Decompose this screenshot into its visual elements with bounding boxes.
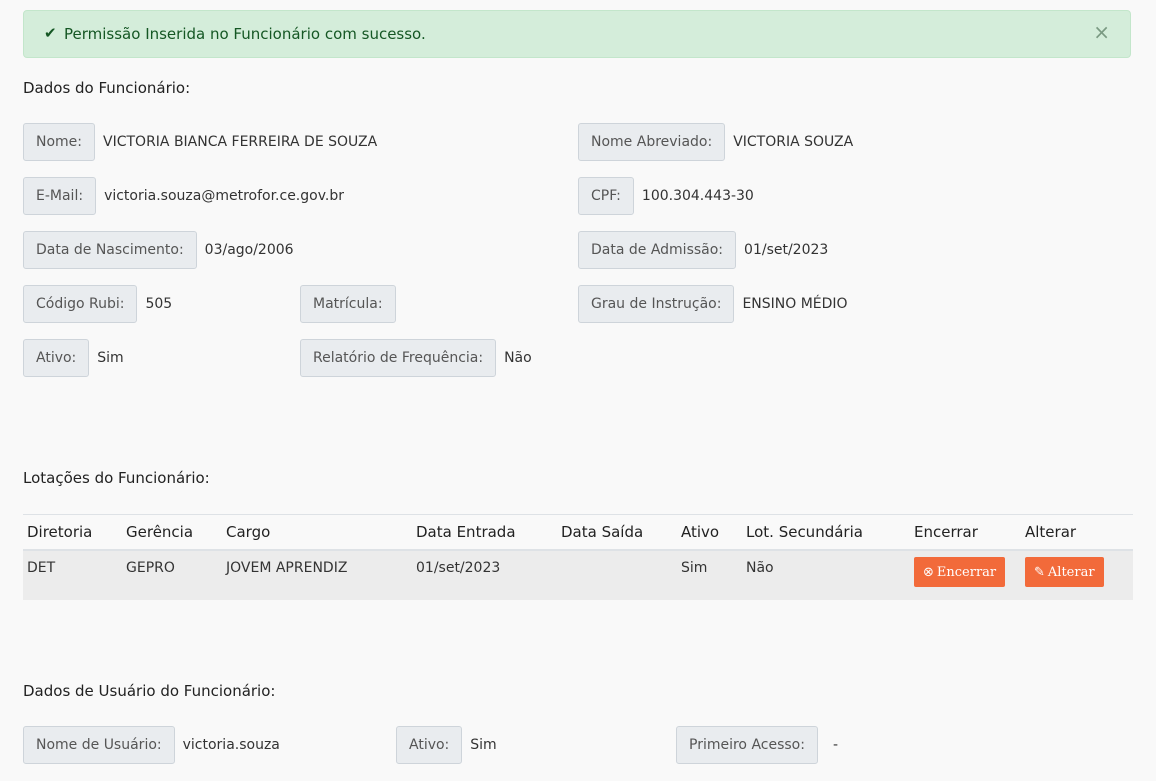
paperclip-icon: ✎ [1034, 564, 1045, 580]
field-value: Não [504, 350, 532, 366]
success-alert: ✔ Permissão Inserida no Funcionário com … [23, 10, 1131, 58]
cell-data-entrada: 01/set/2023 [412, 550, 557, 600]
field-value: - [832, 737, 839, 753]
col-lot-secundaria: Lot. Secundária [742, 514, 910, 551]
col-encerrar: Encerrar [910, 514, 1021, 551]
circle-x-icon: ⊗ [923, 564, 934, 580]
encerrar-button[interactable]: ⊗ Encerrar [914, 557, 1006, 587]
field-value: 03/ago/2006 [204, 242, 294, 258]
table-header-row: Diretoria Gerência Cargo Data Entrada Da… [23, 514, 1133, 551]
alterar-button-label: Alterar [1047, 564, 1095, 580]
col-diretoria: Diretoria [23, 514, 122, 551]
field-label: Ativo: [396, 726, 463, 764]
employee-section-title: Dados do Funcionário: [23, 79, 191, 97]
field-usuario-ativo: Ativo: Sim [396, 726, 497, 764]
table-row: DET GEPRO JOVEM APRENDIZ 01/set/2023 Sim… [23, 550, 1133, 600]
col-ativo: Ativo [677, 514, 742, 551]
cell-lot-secundaria: Não [742, 550, 910, 600]
field-nome-usuario: Nome de Usuário: victoria.souza [23, 726, 280, 764]
col-data-saida: Data Saída [557, 514, 677, 551]
field-label: Código Rubi: [23, 285, 138, 323]
col-cargo: Cargo [222, 514, 412, 551]
col-gerencia: Gerência [122, 514, 222, 551]
lotacoes-section-title: Lotações do Funcionário: [23, 469, 210, 487]
col-alterar: Alterar [1021, 514, 1133, 551]
field-label: CPF: [578, 177, 634, 215]
cell-alterar: ✎ Alterar [1021, 550, 1133, 600]
usuario-section-title: Dados de Usuário do Funcionário: [23, 682, 276, 700]
field-label: Data de Admissão: [578, 231, 737, 269]
alterar-button[interactable]: ✎ Alterar [1025, 557, 1104, 587]
field-label: Nome de Usuário: [23, 726, 175, 764]
cell-data-saida [557, 550, 677, 600]
field-value: 505 [145, 296, 173, 312]
field-value: victoria.souza@metrofor.ce.gov.br [104, 188, 344, 204]
field-nome-abreviado: Nome Abreviado: VICTORIA SOUZA [578, 123, 853, 161]
cell-gerencia: GEPRO [122, 550, 222, 600]
field-label: Matrícula: [300, 285, 396, 323]
field-grau-instrucao: Grau de Instrução: ENSINO MÉDIO [578, 285, 848, 323]
field-value: Sim [470, 737, 497, 753]
close-icon[interactable]: × [1093, 22, 1110, 42]
field-email: E-Mail: victoria.souza@metrofor.ce.gov.b… [23, 177, 344, 215]
field-primeiro-acesso: Primeiro Acesso: - [676, 726, 838, 764]
field-data-admissao: Data de Admissão: 01/set/2023 [578, 231, 828, 269]
cell-encerrar: ⊗ Encerrar [910, 550, 1021, 600]
col-data-entrada: Data Entrada [412, 514, 557, 551]
field-data-nascimento: Data de Nascimento: 03/ago/2006 [23, 231, 294, 269]
field-ativo: Ativo: Sim [23, 339, 124, 377]
field-value: VICTORIA BIANCA FERREIRA DE SOUZA [103, 134, 378, 150]
field-label: Data de Nascimento: [23, 231, 197, 269]
field-label: E-Mail: [23, 177, 97, 215]
field-label: Nome Abreviado: [578, 123, 726, 161]
field-label: Nome: [23, 123, 96, 161]
alert-message: Permissão Inserida no Funcionário com su… [64, 25, 426, 43]
field-nome: Nome: VICTORIA BIANCA FERREIRA DE SOUZA [23, 123, 377, 161]
field-value: ENSINO MÉDIO [742, 296, 848, 312]
field-value: Sim [97, 350, 124, 366]
field-cpf: CPF: 100.304.443-30 [578, 177, 754, 215]
field-label: Relatório de Frequência: [300, 339, 497, 377]
field-label: Grau de Instrução: [578, 285, 735, 323]
field-value: VICTORIA SOUZA [733, 134, 854, 150]
field-label: Ativo: [23, 339, 90, 377]
field-codigo-rubi: Código Rubi: 505 [23, 285, 172, 323]
field-relatorio-frequencia: Relatório de Frequência: Não [300, 339, 532, 377]
cell-ativo: Sim [677, 550, 742, 600]
cell-cargo: JOVEM APRENDIZ [222, 550, 412, 600]
field-matricula: Matrícula: [300, 285, 404, 323]
cell-diretoria: DET [23, 550, 122, 600]
field-value: 01/set/2023 [744, 242, 829, 258]
field-label: Primeiro Acesso: [676, 726, 818, 764]
page: ✔ Permissão Inserida no Funcionário com … [0, 0, 1156, 781]
field-value: victoria.souza [182, 737, 280, 753]
lotacoes-table: Diretoria Gerência Cargo Data Entrada Da… [23, 514, 1133, 600]
field-value: 100.304.443-30 [641, 188, 754, 204]
encerrar-button-label: Encerrar [936, 564, 997, 580]
check-icon: ✔ [44, 24, 57, 42]
